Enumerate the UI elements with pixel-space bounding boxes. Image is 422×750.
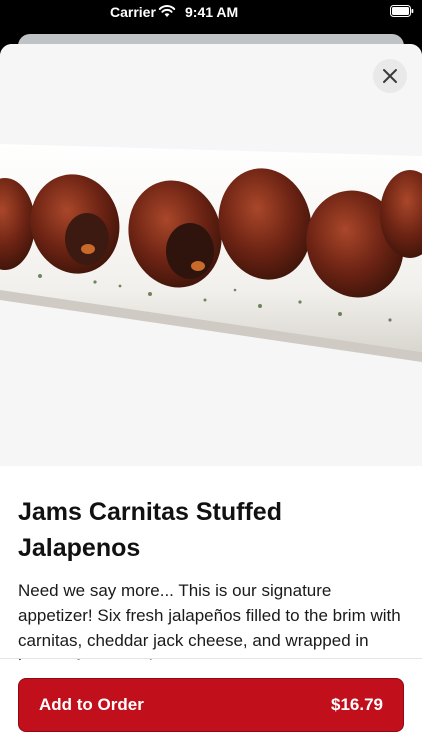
item-title: Jams Carnitas Stuffed Jalapenos: [18, 498, 282, 562]
screen: Carrier 9:41 AM Jams Carnitas Stuffed Ja…: [0, 0, 422, 750]
price-label: $16.79: [331, 695, 383, 714]
add-to-order-button[interactable]: Add to Order $16.79: [18, 678, 404, 732]
battery-icon: [390, 5, 414, 17]
jalapeno-photo-illustration: [0, 144, 422, 362]
item-detail-sheet: Jams Carnitas Stuffed Jalapenos Need we …: [0, 44, 422, 750]
status-time: 9:41 AM: [185, 4, 239, 20]
wifi-icon: [158, 5, 176, 17]
add-to-order-label: Add to Order: [39, 695, 144, 714]
status-bar: Carrier 9:41 AM: [0, 0, 422, 24]
close-icon: [383, 69, 397, 83]
item-photo: [0, 44, 422, 466]
carrier-label: Carrier: [110, 4, 156, 20]
divider: [0, 658, 422, 659]
close-button[interactable]: [373, 59, 407, 93]
item-content: Jams Carnitas Stuffed Jalapenos Need we …: [18, 494, 404, 660]
item-description: Need we say more... This is our signatur…: [18, 581, 401, 660]
